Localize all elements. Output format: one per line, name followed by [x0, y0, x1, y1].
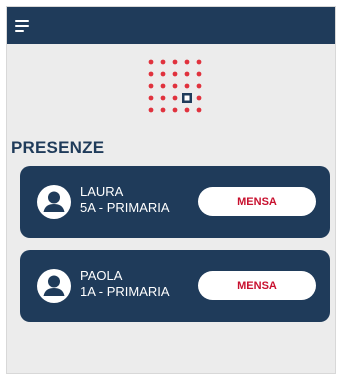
- mensa-button[interactable]: MENSA: [198, 187, 316, 216]
- user-avatar-icon: [37, 269, 71, 303]
- logo-dot: [148, 83, 154, 89]
- logo-dot: [196, 59, 202, 65]
- mensa-button[interactable]: MENSA: [198, 271, 316, 300]
- student-name: PAOLA: [80, 268, 123, 283]
- student-class: 5A - PRIMARIA: [80, 200, 170, 215]
- logo-dot: [148, 95, 154, 101]
- hamburger-menu-icon[interactable]: [15, 17, 33, 33]
- logo-dot: [160, 107, 166, 113]
- user-avatar-icon: [37, 185, 71, 219]
- student-class: 1A - PRIMARIA: [80, 284, 170, 299]
- logo-dot: [172, 83, 178, 89]
- logo-dot: [184, 59, 190, 65]
- page-title: PRESENZE: [11, 138, 105, 157]
- logo-dot: [172, 95, 178, 101]
- logo-dot: [172, 107, 178, 113]
- app-screen: PRESENZE LAURA 5A - PRIMARIA MENSA PAOLA…: [6, 6, 336, 374]
- student-card: PAOLA 1A - PRIMARIA MENSA: [20, 250, 330, 322]
- logo-dot: [148, 71, 154, 77]
- logo-dot: [172, 59, 178, 65]
- logo-dot: [160, 71, 166, 77]
- logo-dot: [196, 83, 202, 89]
- logo-dot: [148, 107, 154, 113]
- student-name: LAURA: [80, 184, 124, 199]
- logo-dot: [184, 107, 190, 113]
- logo-dot: [196, 95, 202, 101]
- logo-dot: [160, 95, 166, 101]
- logo-dot: [172, 71, 178, 77]
- logo-dot: [160, 83, 166, 89]
- logo-dot: [184, 71, 190, 77]
- logo-dot: [196, 71, 202, 77]
- top-bar: [7, 7, 335, 44]
- logo-dot: [196, 107, 202, 113]
- dot-grid-logo: [148, 59, 202, 113]
- student-card: LAURA 5A - PRIMARIA MENSA: [20, 166, 330, 238]
- logo-dot: [160, 59, 166, 65]
- logo-accent-inner: [184, 95, 190, 101]
- logo-dot: [148, 59, 154, 65]
- logo-dot: [184, 83, 190, 89]
